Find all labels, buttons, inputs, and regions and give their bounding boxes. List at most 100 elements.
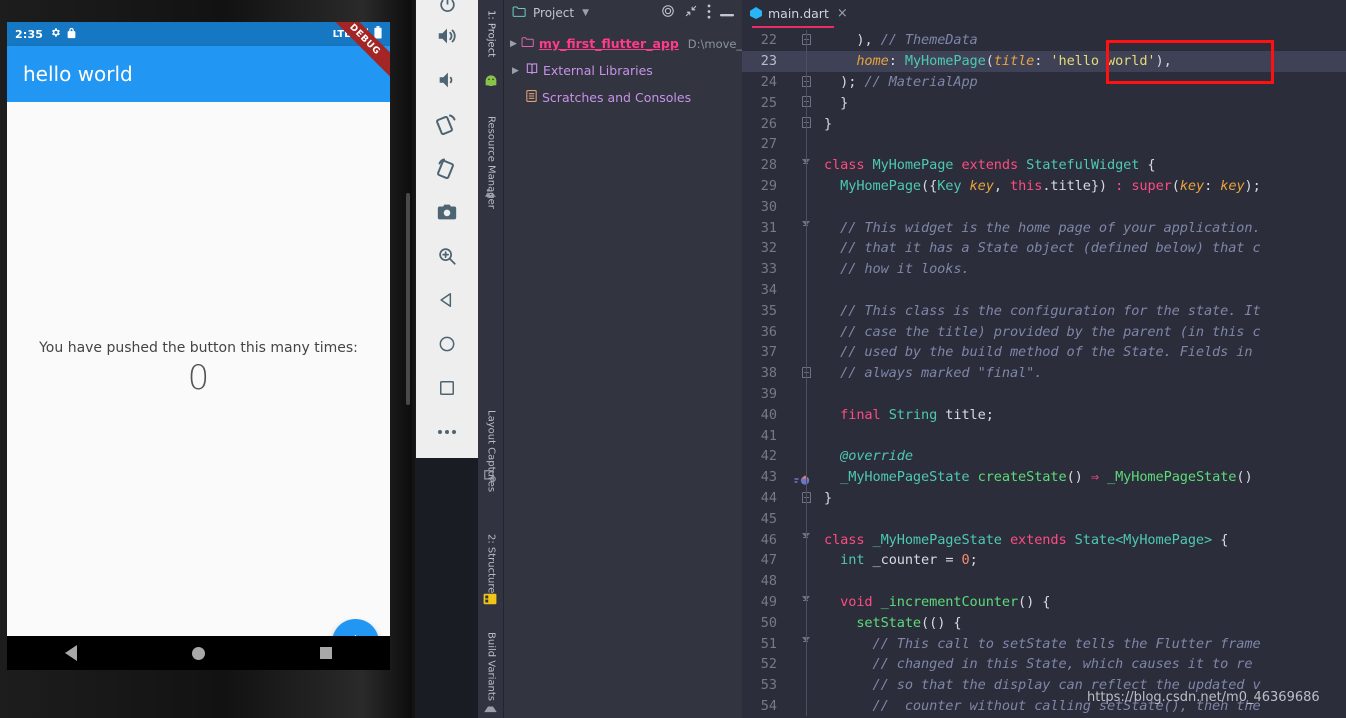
rotate-right-button[interactable]: [416, 146, 478, 190]
gutter-cell[interactable]: [782, 321, 824, 342]
code-line[interactable]: 27: [742, 133, 1346, 155]
gutter-cell[interactable]: [782, 570, 824, 592]
code-line[interactable]: 22 ), // ThemeData: [742, 30, 1346, 51]
code-lines[interactable]: 22 ), // ThemeData 23 home: MyHomePage(ti…: [742, 30, 1346, 717]
code-line[interactable]: 39: [742, 383, 1346, 405]
code-text[interactable]: ), // ThemeData: [824, 32, 977, 48]
code-line[interactable]: 33 // how it looks.: [742, 258, 1346, 280]
code-line[interactable]: 48: [742, 570, 1346, 592]
code-line[interactable]: 45: [742, 508, 1346, 530]
hide-panel-icon[interactable]: [720, 6, 734, 20]
code-line[interactable]: 31 // This widget is the home page of yo…: [742, 217, 1346, 238]
code-text[interactable]: // how it looks.: [824, 261, 969, 277]
nav-recents-icon[interactable]: [320, 647, 333, 659]
code-line[interactable]: 25 }: [742, 92, 1346, 114]
volume-down-button[interactable]: [416, 58, 478, 102]
tool-window-bar[interactable]: 1: Project Resource Manager Layout Captu…: [478, 0, 504, 718]
code-line[interactable]: 52 // changed in this State, which cause…: [742, 653, 1346, 675]
code-line[interactable]: 32 // that it has a State object (define…: [742, 237, 1346, 259]
code-line[interactable]: 44}: [742, 487, 1346, 509]
code-line[interactable]: 35 // This class is the configuration fo…: [742, 300, 1346, 322]
gutter-cell[interactable]: [782, 71, 824, 93]
code-text[interactable]: @override: [824, 448, 913, 464]
code-line[interactable]: 36 // case the title) provided by the pa…: [742, 321, 1346, 342]
code-line[interactable]: 38 // always marked "final".: [742, 362, 1346, 384]
code-line[interactable]: 23 home: MyHomePage(title: 'hello world'…: [742, 50, 1346, 72]
code-text[interactable]: class MyHomePage extends StatefulWidget …: [824, 157, 1156, 173]
emulator-overview-button[interactable]: [416, 366, 478, 410]
code-text[interactable]: // always marked "final".: [824, 365, 1042, 381]
gutter-cell[interactable]: [782, 341, 824, 363]
project-tool-window[interactable]: Project ▼ ▶ my_first_flutter_app D:\move…: [504, 0, 742, 718]
gutter-cell[interactable]: [782, 258, 824, 280]
gutter-cell[interactable]: [782, 466, 824, 488]
sidebar-item-project[interactable]: 1: Project: [478, 4, 504, 68]
code-text[interactable]: int _counter = 0;: [824, 552, 978, 568]
code-text[interactable]: // changed in this State, which causes i…: [824, 656, 1253, 672]
code-line[interactable]: 29 MyHomePage({Key key, this.title}) : s…: [742, 175, 1346, 197]
gutter-cell[interactable]: [782, 30, 824, 51]
gutter-cell[interactable]: [782, 154, 824, 176]
code-text[interactable]: class _MyHomePageState extends State<MyH…: [824, 532, 1228, 548]
gutter-cell[interactable]: [782, 217, 824, 238]
android-studio-window[interactable]: 1: Project Resource Manager Layout Captu…: [478, 0, 1346, 718]
tree-node-external-libraries[interactable]: ▶ External Libraries: [504, 57, 742, 84]
gutter-cell[interactable]: [782, 445, 824, 467]
tree-node-project[interactable]: ▶ my_first_flutter_app D:\move_c: [504, 30, 742, 57]
gutter-cell[interactable]: [782, 653, 824, 675]
options-icon[interactable]: [707, 3, 711, 22]
code-text[interactable]: void _incrementCounter() {: [824, 594, 1050, 610]
sidebar-item-build-variants[interactable]: Build Variants: [478, 626, 504, 710]
sidebar-item-layout-captures[interactable]: Layout Captures: [478, 404, 504, 510]
gutter-cell[interactable]: [782, 549, 824, 571]
code-text[interactable]: _MyHomePageState createState() ⇒ _MyHome…: [824, 469, 1252, 485]
code-line[interactable]: 42 @override: [742, 445, 1346, 467]
volume-up-button[interactable]: [416, 14, 478, 58]
gutter-cell[interactable]: [782, 695, 824, 717]
gutter-cell[interactable]: [782, 633, 824, 654]
code-text[interactable]: // used by the build method of the State…: [824, 344, 1261, 360]
code-line[interactable]: 41: [742, 425, 1346, 446]
collapse-all-icon[interactable]: [684, 4, 698, 21]
code-line[interactable]: 43 _MyHomePageState createState() ⇒ _MyH…: [742, 466, 1346, 488]
nav-back-icon[interactable]: [64, 645, 77, 661]
gutter-cell[interactable]: [782, 612, 824, 634]
chevron-right-icon[interactable]: ▶: [510, 39, 517, 49]
code-line[interactable]: 47 int _counter = 0;: [742, 549, 1346, 571]
code-text[interactable]: final String title;: [824, 407, 994, 423]
code-text[interactable]: // This call to setState tells the Flutt…: [824, 636, 1261, 652]
chevron-down-icon[interactable]: ▼: [582, 8, 589, 18]
editor-area[interactable]: main.dart × 22 ), // ThemeData 23 home: M…: [742, 0, 1346, 718]
code-text[interactable]: }: [824, 490, 832, 506]
close-icon[interactable]: ×: [837, 6, 848, 21]
code-line[interactable]: 50 setState(() {: [742, 612, 1346, 634]
gutter-cell[interactable]: [782, 425, 824, 446]
power-button[interactable]: [416, 0, 478, 14]
emulator-back-button[interactable]: [416, 278, 478, 322]
code-editor[interactable]: 22 ), // ThemeData 23 home: MyHomePage(ti…: [742, 26, 1346, 718]
phone-screen[interactable]: 2:35 LTE hello world DEBUG You have push…: [7, 22, 390, 670]
gutter-cell[interactable]: [782, 175, 824, 197]
sidebar-item-resource-manager[interactable]: Resource Manager: [478, 110, 504, 232]
code-text[interactable]: // that it has a State object (defined b…: [824, 240, 1260, 256]
code-text[interactable]: // case the title) provided by the paren…: [824, 324, 1260, 340]
code-line[interactable]: 28 class MyHomePage extends StatefulWidge…: [742, 154, 1346, 176]
gutter-cell[interactable]: [782, 50, 824, 72]
nav-home-icon[interactable]: [191, 646, 205, 660]
code-text[interactable]: MyHomePage({Key key, this.title}) : supe…: [824, 178, 1261, 194]
code-text[interactable]: }: [824, 95, 848, 111]
gutter-cell[interactable]: [782, 383, 824, 405]
code-line[interactable]: 49 void _incrementCounter() {: [742, 591, 1346, 613]
override-marker-icon[interactable]: [794, 471, 811, 485]
gutter-cell[interactable]: [782, 591, 824, 613]
android-emulator[interactable]: 2:35 LTE hello world DEBUG You have push…: [0, 0, 415, 718]
gutter-cell[interactable]: [782, 300, 824, 322]
screenshot-button[interactable]: [416, 190, 478, 234]
gutter-cell[interactable]: [782, 113, 824, 134]
code-line[interactable]: 24 ); // MaterialApp: [742, 71, 1346, 93]
rotate-left-button[interactable]: [416, 102, 478, 146]
emulator-toolbar[interactable]: [416, 0, 478, 458]
gutter-cell[interactable]: [782, 404, 824, 426]
code-line[interactable]: 30: [742, 196, 1346, 218]
gutter-cell[interactable]: [782, 279, 824, 301]
